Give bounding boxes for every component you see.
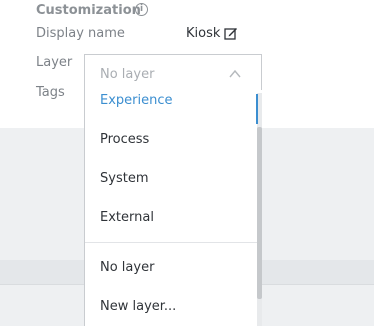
option-experience[interactable]: Experience bbox=[100, 93, 173, 108]
highlight-accent bbox=[256, 94, 258, 124]
layer-select[interactable]: No layer bbox=[84, 54, 262, 94]
menu-divider bbox=[85, 242, 257, 243]
section-title: Customization bbox=[36, 3, 141, 18]
option-new-layer[interactable]: New layer... bbox=[100, 299, 176, 314]
info-icon[interactable]: i bbox=[135, 3, 148, 16]
edit-icon[interactable] bbox=[224, 26, 238, 40]
display-name-label: Display name bbox=[36, 26, 125, 41]
chevron-up-icon[interactable] bbox=[229, 69, 241, 79]
tags-label: Tags bbox=[36, 85, 65, 100]
layer-dropdown-menu: Experience Process System External No la… bbox=[84, 90, 262, 326]
layer-select-value: No layer bbox=[100, 67, 155, 82]
option-no-layer[interactable]: No layer bbox=[100, 260, 154, 275]
option-external[interactable]: External bbox=[100, 210, 154, 225]
layer-label: Layer bbox=[36, 55, 73, 70]
display-name-value: Kiosk bbox=[186, 26, 221, 41]
option-process[interactable]: Process bbox=[100, 132, 149, 147]
option-system[interactable]: System bbox=[100, 171, 148, 186]
dropdown-scrollbar-thumb[interactable] bbox=[257, 127, 262, 299]
